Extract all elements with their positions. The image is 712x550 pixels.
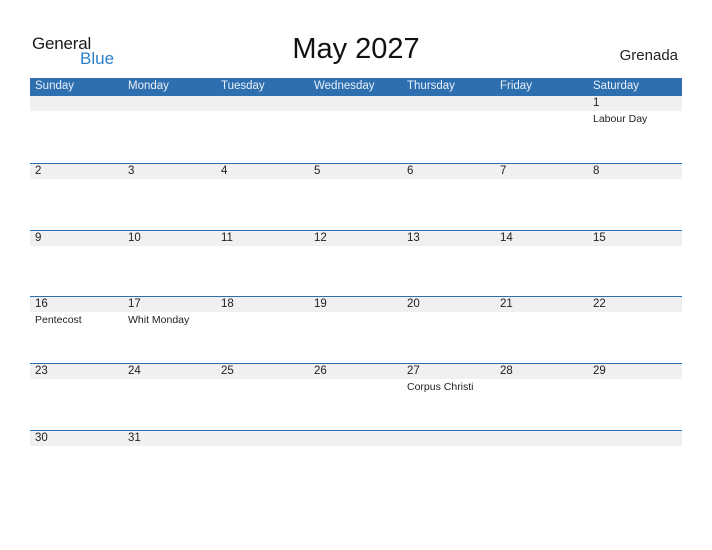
day-number: 23 bbox=[35, 365, 48, 377]
calendar-title: May 2027 bbox=[292, 33, 420, 65]
day-number: 1 bbox=[593, 97, 600, 109]
day-number: 21 bbox=[500, 298, 513, 310]
day-number: 22 bbox=[593, 298, 606, 310]
day-number: 20 bbox=[407, 298, 420, 310]
day-number: 26 bbox=[314, 365, 327, 377]
weekday-friday: Friday bbox=[500, 80, 532, 92]
holiday-label: Labour Day bbox=[593, 113, 648, 125]
day-number: 5 bbox=[314, 165, 321, 177]
weekday-header: Sunday Monday Tuesday Wednesday Thursday… bbox=[30, 78, 682, 96]
day-number: 2 bbox=[35, 165, 42, 177]
day-number: 24 bbox=[128, 365, 141, 377]
weekday-wednesday: Wednesday bbox=[314, 80, 375, 92]
day-number: 29 bbox=[593, 365, 606, 377]
day-number: 12 bbox=[314, 232, 327, 244]
day-number: 3 bbox=[128, 165, 135, 177]
weekday-sunday: Sunday bbox=[35, 80, 75, 92]
day-number: 8 bbox=[593, 165, 600, 177]
day-number: 16 bbox=[35, 298, 48, 310]
holiday-label: Pentecost bbox=[35, 314, 82, 326]
weekday-saturday: Saturday bbox=[593, 80, 640, 92]
day-number: 9 bbox=[35, 232, 42, 244]
day-number: 25 bbox=[221, 365, 234, 377]
weekday-tuesday: Tuesday bbox=[221, 80, 265, 92]
day-number: 27 bbox=[407, 365, 420, 377]
country-label: Grenada bbox=[619, 47, 678, 64]
day-number: 11 bbox=[221, 232, 233, 244]
holiday-label: Corpus Christi bbox=[407, 381, 474, 393]
day-number: 13 bbox=[407, 232, 420, 244]
day-number: 17 bbox=[128, 298, 141, 310]
day-number: 28 bbox=[500, 365, 513, 377]
day-number: 14 bbox=[500, 232, 513, 244]
day-number: 4 bbox=[221, 165, 228, 177]
day-number: 6 bbox=[407, 165, 414, 177]
weekday-thursday: Thursday bbox=[407, 80, 455, 92]
date-strip bbox=[30, 96, 682, 111]
day-number: 30 bbox=[35, 432, 48, 444]
day-number: 31 bbox=[128, 432, 141, 444]
day-number: 7 bbox=[500, 165, 507, 177]
holiday-label: Whit Monday bbox=[128, 314, 190, 326]
day-number: 18 bbox=[221, 298, 234, 310]
day-number: 10 bbox=[128, 232, 141, 244]
weekday-monday: Monday bbox=[128, 80, 169, 92]
day-number: 19 bbox=[314, 298, 327, 310]
day-number: 15 bbox=[593, 232, 606, 244]
